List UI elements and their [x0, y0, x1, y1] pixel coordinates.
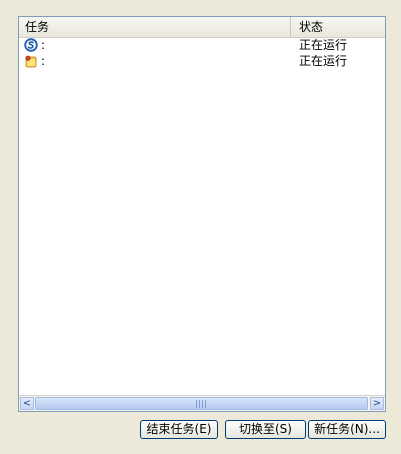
- task-status: 正在运行: [299, 38, 348, 52]
- task-status: 正在运行: [299, 54, 348, 68]
- task-manager-applications-panel: 任务 状态 : 正在运行: 正在运行 < > 结束任务(E) 切换至(S) 新…: [0, 0, 401, 454]
- task-name: :: [41, 54, 46, 68]
- scrollbar-thumb[interactable]: [35, 397, 368, 410]
- scroll-right-button[interactable]: >: [370, 397, 384, 410]
- column-header-status[interactable]: 状态: [291, 17, 385, 37]
- horizontal-scrollbar[interactable]: < >: [19, 395, 385, 411]
- scroll-left-button[interactable]: <: [20, 397, 34, 410]
- sogou-s-icon: [24, 38, 38, 52]
- switch-to-button[interactable]: 切换至(S): [225, 420, 306, 439]
- end-task-button[interactable]: 结束任务(E): [140, 420, 218, 439]
- folder-app-icon: [24, 54, 38, 68]
- task-list[interactable]: 任务 状态 : 正在运行: 正在运行 < >: [18, 16, 386, 412]
- new-task-button[interactable]: 新任务(N)...: [308, 420, 386, 439]
- task-list-header: 任务 状态: [19, 17, 385, 38]
- table-row[interactable]: : 正在运行: [19, 37, 385, 53]
- task-rows: : 正在运行 : 正在运行: [19, 37, 385, 69]
- task-name: :: [41, 38, 46, 52]
- column-header-task[interactable]: 任务: [19, 17, 291, 37]
- table-row[interactable]: : 正在运行: [19, 53, 385, 69]
- grip-icon: [196, 400, 206, 408]
